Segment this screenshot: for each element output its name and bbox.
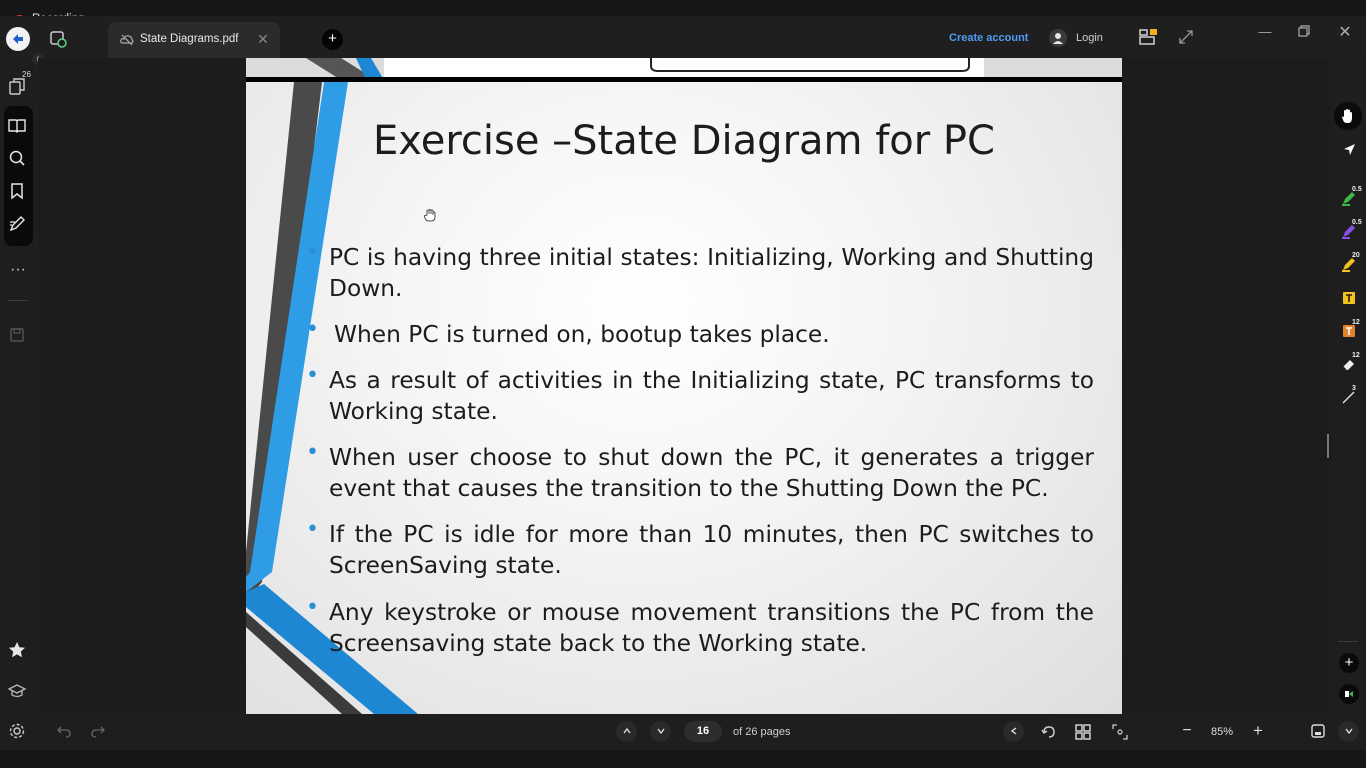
page-number-input[interactable]: 16 [684, 721, 722, 742]
zoom-level[interactable]: 85% [1211, 726, 1233, 738]
fit-icon[interactable] [1111, 723, 1129, 746]
bullet-dot-icon: • [306, 240, 319, 265]
bullet-text: When PC is turned on, bootup takes place… [334, 321, 830, 348]
book-icon[interactable] [7, 115, 29, 137]
bullet-item: • When PC is turned on, bootup takes pla… [306, 317, 1094, 350]
text-note-icon[interactable] [1340, 289, 1358, 307]
app-logo-icon[interactable] [6, 27, 30, 51]
bullet-item: • Any keystroke or mouse movement transi… [306, 595, 1094, 659]
page-total-label: of 26 pages [733, 726, 791, 738]
bullet-text: If the PC is idle for more than 10 minut… [329, 521, 1094, 579]
marker-size-badge: 20 [1352, 252, 1360, 259]
eraser-size-badge: 12 [1352, 352, 1360, 359]
zoom-out-icon[interactable]: − [1179, 723, 1195, 739]
more-icon[interactable]: ··· [7, 261, 29, 283]
text-size-badge: 12 [1352, 319, 1360, 326]
window-restore-button[interactable] [1297, 24, 1313, 40]
back-button[interactable] [1003, 721, 1024, 742]
highlighter-size-badge: 0.5 [1352, 186, 1362, 193]
expand-icon[interactable] [1178, 29, 1194, 50]
bullet-dot-icon: • [306, 317, 319, 342]
pdf-tools-icon[interactable] [1138, 28, 1158, 51]
window-minimize-button[interactable]: — [1257, 24, 1273, 40]
bullet-text: PC is having three initial states: Initi… [329, 244, 1094, 302]
bullet-item: • If the PC is idle for more than 10 min… [306, 517, 1094, 581]
apply-icon[interactable] [1339, 684, 1359, 704]
slide-title: Exercise –State Diagram for PC [373, 118, 995, 164]
system-bottom-strip [0, 750, 1366, 768]
settings-icon[interactable] [8, 722, 26, 745]
add-icon[interactable]: + [1339, 653, 1359, 673]
pages-icon[interactable] [7, 76, 29, 98]
hand-cursor-icon [424, 209, 436, 227]
rotate-icon[interactable] [1040, 723, 1058, 746]
view-options-button[interactable] [1338, 721, 1359, 742]
bottom-bar [0, 714, 1366, 750]
window-close-button[interactable]: ✕ [1337, 22, 1353, 41]
education-icon[interactable] [7, 681, 29, 703]
bullet-dot-icon: • [306, 517, 319, 542]
bullet-dot-icon: • [306, 440, 319, 465]
cloud-off-icon [120, 33, 134, 51]
divider [8, 300, 28, 301]
pen-size-badge: 0.5 [1352, 219, 1362, 226]
side-panel-icon[interactable] [48, 29, 68, 49]
select-icon[interactable] [1340, 141, 1358, 159]
previous-page-button[interactable] [616, 721, 637, 742]
bullet-text: When user choose to shut down the PC, it… [329, 444, 1094, 502]
login-button[interactable]: Login [1076, 32, 1103, 44]
hand-tool-button[interactable] [1334, 102, 1362, 130]
redo-icon[interactable] [90, 723, 106, 744]
new-tab-button[interactable]: + [322, 29, 343, 50]
grid-icon[interactable] [1074, 723, 1092, 746]
bullet-item: • PC is having three initial states: Ini… [306, 240, 1094, 304]
create-account-link[interactable]: Create account [949, 32, 1028, 44]
line-size-badge: 3 [1352, 385, 1356, 392]
tab-title: State Diagrams.pdf [140, 33, 239, 45]
single-page-view-icon[interactable] [1310, 723, 1326, 744]
divider [1338, 641, 1358, 642]
annotate-icon[interactable] [7, 214, 29, 236]
bullet-item: • As a result of activities in the Initi… [306, 363, 1094, 427]
search-icon[interactable] [7, 148, 29, 170]
user-icon[interactable] [1049, 29, 1067, 47]
system-top-strip [0, 0, 1366, 16]
close-tab-icon[interactable]: ✕ [255, 31, 271, 47]
save-icon[interactable] [7, 325, 29, 347]
pdf-page[interactable]: Exercise –State Diagram for PC • PC is h… [246, 82, 1122, 714]
scrollbar-thumb[interactable] [1327, 434, 1329, 458]
bullet-text: As a result of activities in the Initial… [329, 367, 1094, 425]
bullet-item: • When user choose to shut down the PC, … [306, 440, 1094, 504]
zoom-in-icon[interactable]: + [1250, 722, 1266, 739]
star-icon[interactable] [7, 640, 29, 662]
undo-icon[interactable] [56, 723, 72, 744]
bullet-text: Any keystroke or mouse movement transiti… [329, 599, 1094, 657]
bullet-dot-icon: • [306, 363, 319, 388]
bullet-dot-icon: • [306, 595, 319, 620]
next-page-button[interactable] [650, 721, 671, 742]
bookmark-icon[interactable] [7, 181, 29, 203]
